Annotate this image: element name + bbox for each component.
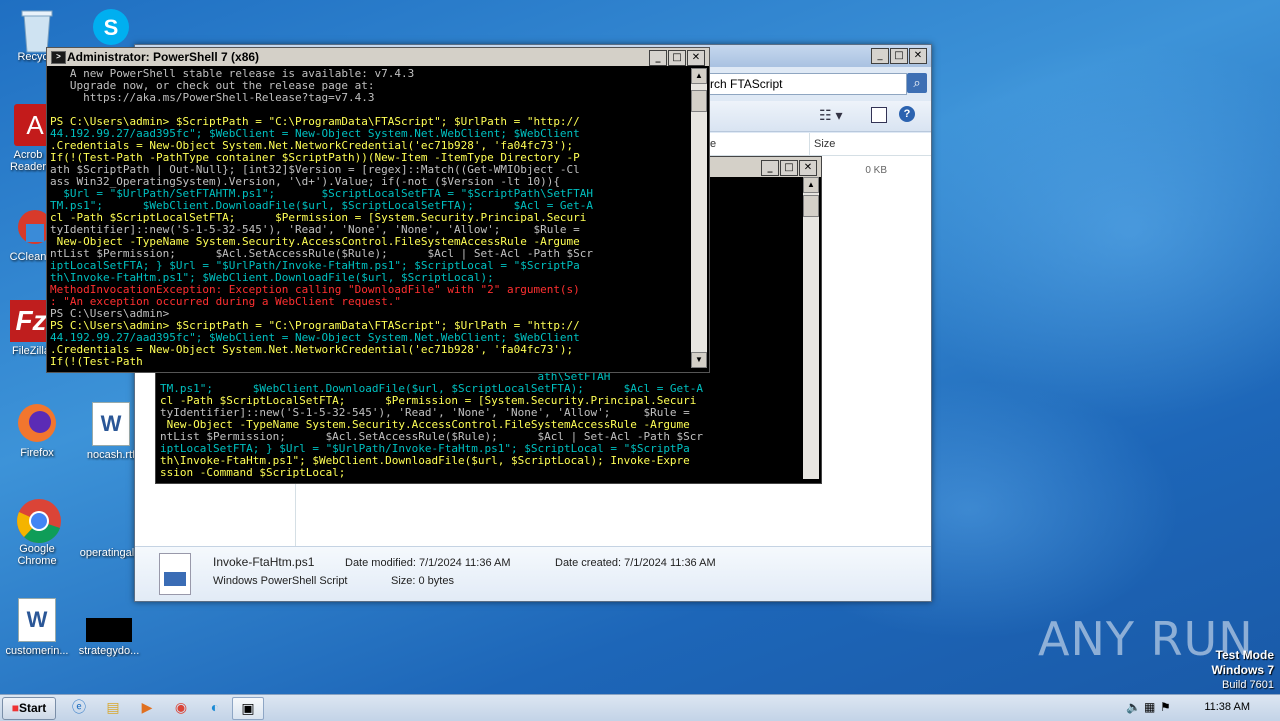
taskbar-chrome-icon[interactable]: ◉ bbox=[166, 697, 196, 718]
powershell-file-icon bbox=[159, 553, 191, 595]
start-button[interactable]: ■Start bbox=[2, 697, 56, 720]
svg-text:S: S bbox=[104, 15, 119, 40]
clock[interactable]: 11:38 AM bbox=[1204, 701, 1250, 713]
taskbar-ie-icon[interactable]: ⓔ bbox=[64, 697, 94, 718]
desktop-icon-chrome[interactable]: Google Chrome bbox=[2, 498, 72, 567]
search-input[interactable]: rch FTAScript bbox=[705, 73, 907, 95]
taskbar-explorer-icon[interactable]: ▤ bbox=[98, 697, 128, 718]
windows-logo-icon: ■ bbox=[11, 701, 19, 715]
desktop-icon-customerin[interactable]: W customerin... bbox=[2, 598, 72, 657]
skype-icon: S bbox=[90, 6, 132, 48]
word-document-icon: W bbox=[92, 402, 130, 446]
close-button[interactable]: ✕ bbox=[909, 48, 927, 64]
test-mode-notice: Test Mode Windows 7 Build 7601 bbox=[1211, 648, 1274, 691]
desktop-icon-skype[interactable]: S bbox=[76, 6, 146, 48]
powershell-window-front[interactable]: > Administrator: PowerShell 7 (x86) _ □ … bbox=[46, 47, 710, 373]
network-icon[interactable]: ▦ bbox=[1144, 700, 1155, 714]
details-pane: Invoke-FtaHtm.ps1 Windows PowerShell Scr… bbox=[135, 546, 931, 601]
console-back-scrollbar[interactable]: ▲ bbox=[803, 177, 819, 479]
flag-icon[interactable]: ⚑ bbox=[1160, 700, 1171, 714]
desktop-icon-firefox[interactable]: Firefox bbox=[2, 402, 72, 459]
system-tray: 🔈 ▦ ⚑ 11:38 AM bbox=[1120, 695, 1280, 721]
close-button[interactable]: ✕ bbox=[687, 50, 705, 66]
column-size-header[interactable]: Size bbox=[809, 133, 894, 155]
console-front-scrollbar[interactable]: ▲ ▼ bbox=[691, 68, 707, 368]
console-front-titlebar[interactable]: > Administrator: PowerShell 7 (x86) _ □ … bbox=[47, 48, 709, 66]
help-icon[interactable]: ? bbox=[899, 106, 915, 122]
details-filename: Invoke-FtaHtm.ps1 bbox=[213, 555, 315, 569]
view-options-icon[interactable]: ☷ ▾ bbox=[819, 107, 842, 124]
minimize-button[interactable]: _ bbox=[871, 48, 889, 64]
console-line: If(!(Test-Path bbox=[50, 355, 143, 368]
console-line: https://aka.ms/PowerShell-Release?tag=v7… bbox=[50, 91, 375, 104]
taskbar-powershell-icon[interactable]: ▣ bbox=[232, 697, 264, 720]
taskbar-edge-icon[interactable]: ◐ bbox=[200, 697, 230, 718]
taskbar-media-player-icon[interactable]: ▶ bbox=[132, 697, 162, 718]
desktop-icon-operatingal[interactable]: operatingal bbox=[72, 502, 142, 559]
console-front-output: A new PowerShell stable release is avail… bbox=[50, 68, 689, 368]
column-name-header[interactable]: e bbox=[705, 133, 810, 155]
black-thumbnail-icon bbox=[86, 618, 132, 642]
recycle-bin-icon bbox=[16, 6, 58, 53]
console-title: Administrator: PowerShell 7 (x86) bbox=[67, 50, 260, 64]
close-button[interactable]: ✕ bbox=[799, 160, 817, 176]
console-line: ssion -Command $ScriptLocal; bbox=[160, 466, 346, 479]
minimize-button[interactable]: _ bbox=[761, 160, 779, 176]
details-filetype: Windows PowerShell Script bbox=[213, 575, 348, 587]
maximize-button[interactable]: □ bbox=[668, 50, 686, 66]
powershell-icon: > bbox=[51, 51, 66, 64]
file-size-cell: 0 KB bbox=[865, 165, 887, 176]
firefox-icon bbox=[16, 402, 58, 444]
search-icon[interactable]: ⌕ bbox=[907, 73, 927, 93]
desktop-icon-strategydo[interactable]: strategydo... bbox=[74, 604, 144, 657]
details-size: Size: 0 bytes bbox=[391, 575, 454, 587]
chrome-icon bbox=[16, 498, 61, 544]
blank-file-icon bbox=[86, 502, 128, 544]
details-created: Date created: 7/1/2024 11:36 AM bbox=[555, 557, 716, 569]
minimize-button[interactable]: _ bbox=[649, 50, 667, 66]
word-document-icon: W bbox=[18, 598, 56, 642]
maximize-button[interactable]: □ bbox=[780, 160, 798, 176]
maximize-button[interactable]: □ bbox=[890, 48, 908, 64]
console-line: .Credentials = New-Object System.Net.Net… bbox=[50, 343, 574, 356]
preview-pane-icon[interactable] bbox=[871, 107, 887, 123]
taskbar: ■Start ⓔ ▤ ▶ ◉ ◐ ▣ 🔈 ▦ ⚑ 11:38 AM bbox=[0, 694, 1280, 721]
volume-icon[interactable]: 🔈 bbox=[1126, 700, 1141, 714]
details-modified: Date modified: 7/1/2024 11:36 AM bbox=[345, 557, 511, 569]
